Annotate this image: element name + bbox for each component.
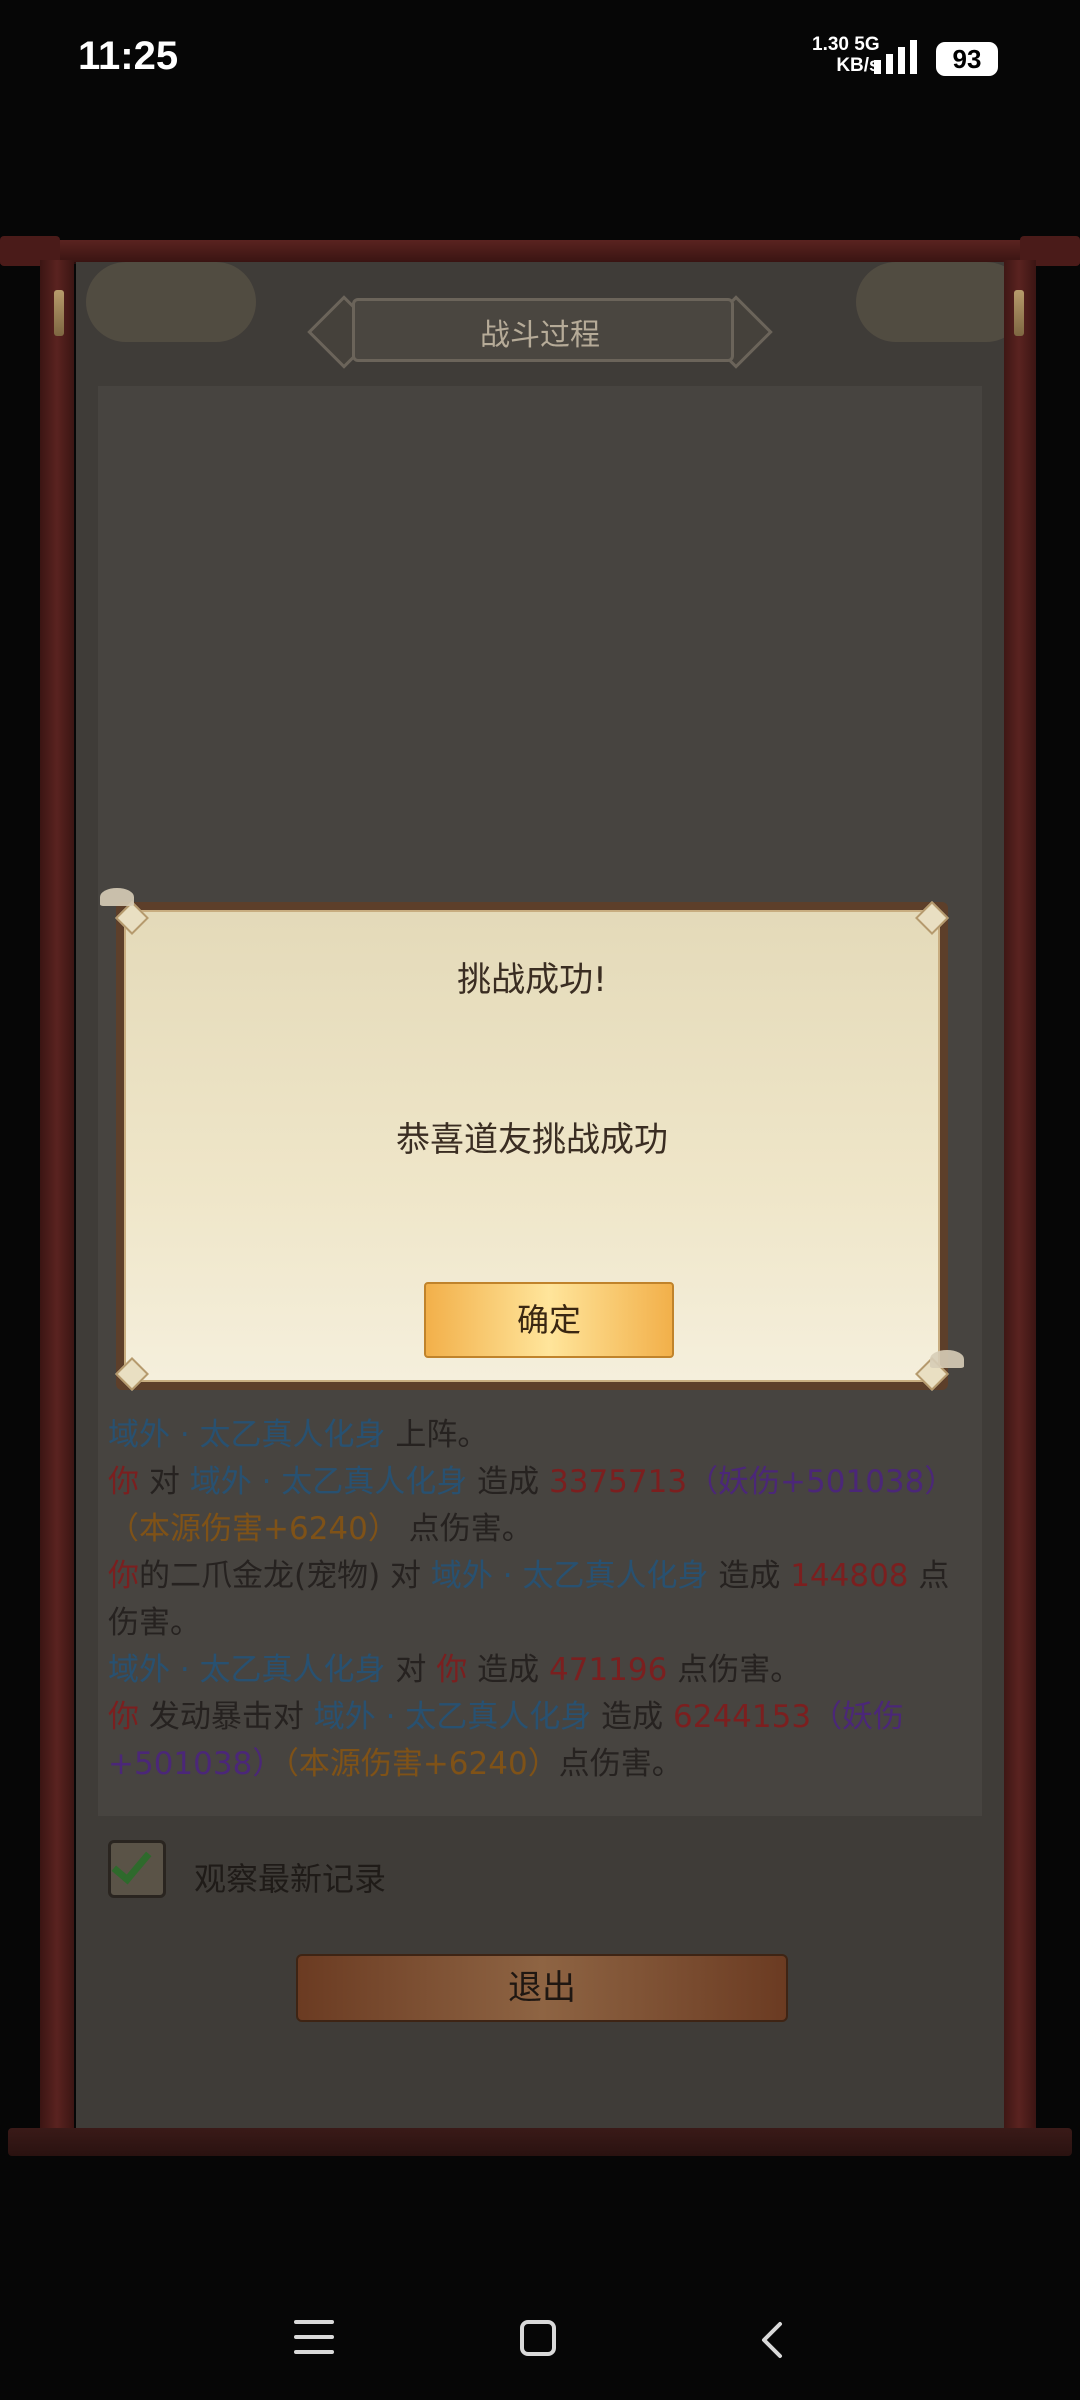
log-segment: 点伤害。 xyxy=(667,1652,802,1688)
log-segment: 144808 xyxy=(790,1558,909,1594)
log-segment: 6244153 xyxy=(673,1699,812,1735)
back-icon[interactable] xyxy=(754,2320,794,2360)
dialog-title: 挑战成功! xyxy=(457,960,607,1000)
log-segment: 你 xyxy=(436,1652,468,1688)
log-segment: 471196 xyxy=(549,1652,668,1688)
battery-icon: 93 xyxy=(936,42,998,76)
log-line: 你的二爪金龙(宠物) 对 域外 · 太乙真人化身 造成 144808 点伤害。 xyxy=(108,1553,968,1647)
log-segment: 造成 xyxy=(467,1464,549,1500)
log-line: 你 发动暴击对 域外 · 太乙真人化身 造成 6244153（妖伤+501038… xyxy=(108,1694,968,1788)
log-segment: 对 xyxy=(139,1464,190,1500)
menu-icon[interactable] xyxy=(294,2320,334,2354)
log-segment: 域外 · 太乙真人化身 xyxy=(108,1417,386,1453)
confirm-button[interactable]: 确定 xyxy=(424,1282,674,1358)
log-segment: 域外 · 太乙真人化身 xyxy=(108,1652,386,1688)
tassel-icon xyxy=(54,290,64,336)
system-nav-bar xyxy=(0,2280,1080,2400)
status-time: 11:25 xyxy=(78,34,179,78)
watch-latest-label[interactable]: 观察最新记录 xyxy=(194,1854,386,1900)
exit-button[interactable]: 退出 xyxy=(296,1954,788,2022)
scroll-bottom-rod xyxy=(8,2128,1072,2156)
dialog-paper: 挑战成功! 恭喜道友挑战成功 确定 xyxy=(115,901,949,1391)
log-segment: 点伤害。 xyxy=(398,1511,533,1547)
net-speed-value: 1.30 xyxy=(812,34,849,55)
log-segment: 造成 xyxy=(467,1652,549,1688)
watch-latest-checkbox[interactable] xyxy=(108,1840,166,1898)
log-segment: 你 xyxy=(108,1464,139,1500)
log-segment: （本源伤害+6240） xyxy=(108,1511,399,1547)
log-segment: 发动暴击对 xyxy=(139,1699,314,1735)
home-icon[interactable] xyxy=(520,2320,556,2356)
log-segment: 你 xyxy=(108,1558,139,1594)
log-segment: 域外 · 太乙真人化身 xyxy=(313,1699,592,1735)
scroll-pillar-right xyxy=(1002,260,1036,2130)
log-segment: 对 xyxy=(385,1652,437,1688)
dialog-message: 恭喜道友挑战成功 xyxy=(396,1120,668,1160)
corner-ornament xyxy=(115,1357,149,1391)
log-segment: 域外 · 太乙真人化身 xyxy=(430,1558,709,1594)
butterfly-icon xyxy=(930,1350,964,1368)
network-speed: 1.30 5G KB/s xyxy=(812,34,880,76)
cloud-ornament xyxy=(856,262,1004,342)
panel-title-plate: 战斗过程 xyxy=(307,292,773,369)
log-segment: 你 xyxy=(108,1699,139,1735)
scroll-pillar-left xyxy=(40,260,74,2130)
butterfly-icon xyxy=(100,888,134,906)
tassel-icon xyxy=(1014,290,1024,336)
log-segment: 造成 xyxy=(591,1699,673,1735)
panel-title: 战斗过程 xyxy=(480,318,600,353)
log-segment: 点伤害。 xyxy=(558,1746,683,1782)
check-icon xyxy=(111,1842,152,1885)
battle-log: 域外 · 太乙真人化身 上阵。你 对 域外 · 太乙真人化身 造成 337571… xyxy=(108,1412,968,1788)
log-line: 你 对 域外 · 太乙真人化身 造成 3375713（妖伤+501038） （本源… xyxy=(108,1459,968,1553)
log-segment: 3375713 xyxy=(549,1464,688,1500)
log-line: 域外 · 太乙真人化身 对 你 造成 471196 点伤害。 xyxy=(108,1647,968,1694)
log-segment: 的二爪金龙(宠物) 对 xyxy=(139,1558,431,1594)
log-segment: 域外 · 太乙真人化身 xyxy=(189,1464,468,1500)
result-dialog: 挑战成功! 恭喜道友挑战成功 确定 xyxy=(115,901,949,1391)
log-line: 域外 · 太乙真人化身 上阵。 xyxy=(108,1412,968,1459)
log-segment: 上阵。 xyxy=(385,1417,489,1453)
status-bar: 11:25 1.30 5G KB/s 93 xyxy=(0,0,1080,120)
log-segment: （本源伤害+6240） xyxy=(283,1746,559,1782)
log-segment: 造成 xyxy=(708,1558,791,1594)
signal-icon xyxy=(874,40,917,74)
cloud-ornament xyxy=(86,262,256,342)
corner-ornament xyxy=(115,901,149,935)
corner-ornament xyxy=(915,901,949,935)
log-segment: （妖伤+501038） xyxy=(687,1464,956,1500)
scroll-top-rod xyxy=(0,236,1080,266)
